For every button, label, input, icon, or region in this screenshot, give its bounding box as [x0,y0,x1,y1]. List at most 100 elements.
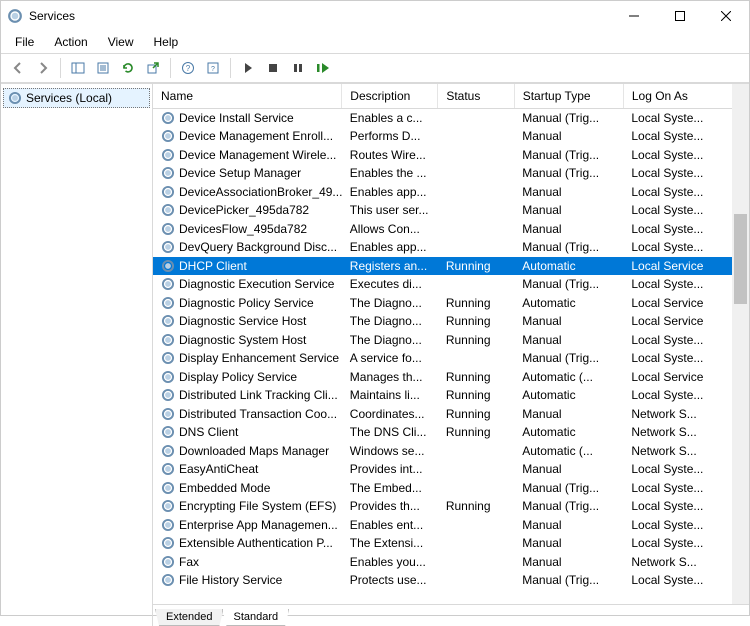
menu-action[interactable]: Action [46,33,95,51]
col-name[interactable]: Name [153,84,342,109]
menu-help[interactable]: Help [146,33,187,51]
col-status[interactable]: Status [438,84,514,109]
table-row[interactable]: EasyAntiCheatProvides int...ManualLocal … [153,460,733,479]
tree-item-services-local[interactable]: Services (Local) [3,88,150,108]
help-2-button[interactable]: ? [202,57,224,79]
service-icon [161,444,175,458]
service-icon [161,518,175,532]
service-name: DeviceAssociationBroker_49... [179,185,342,199]
table-row[interactable]: DevQuery Background Disc...Enables app..… [153,238,733,257]
table-row[interactable]: DevicePicker_495da782This user ser...Man… [153,201,733,220]
service-description: Provides th... [342,497,438,516]
refresh-button[interactable] [117,57,139,79]
close-button[interactable] [703,1,749,31]
col-startup[interactable]: Startup Type [514,84,623,109]
table-row[interactable]: Distributed Transaction Coo...Coordinate… [153,405,733,424]
service-startup: Manual (Trig... [514,497,623,516]
table-row[interactable]: DeviceAssociationBroker_49...Enables app… [153,183,733,202]
service-status: Running [438,257,514,276]
help-button[interactable]: ? [177,57,199,79]
tab-standard[interactable]: Standard [222,609,289,626]
service-status [438,220,514,239]
service-logon: Local Syste... [623,238,732,257]
table-row[interactable]: Encrypting File System (EFS)Provides th.… [153,497,733,516]
vertical-scrollbar[interactable] [732,84,749,604]
table-row[interactable]: Extensible Authentication P...The Extens… [153,534,733,553]
service-description: Enables the ... [342,164,438,183]
tab-extended[interactable]: Extended [155,609,223,626]
table-row[interactable]: Embedded ModeThe Embed...Manual (Trig...… [153,479,733,498]
service-icon [161,573,175,587]
table-row[interactable]: Diagnostic Execution ServiceExecutes di.… [153,275,733,294]
service-icon [161,111,175,125]
table-row[interactable]: Diagnostic System HostThe Diagno...Runni… [153,331,733,350]
maximize-button[interactable] [657,1,703,31]
start-service-button[interactable] [237,57,259,79]
service-status: Running [438,386,514,405]
minimize-button[interactable] [611,1,657,31]
table-row[interactable]: Diagnostic Service HostThe Diagno...Runn… [153,312,733,331]
table-row[interactable]: Device Setup ManagerEnables the ...Manua… [153,164,733,183]
service-startup: Manual (Trig... [514,238,623,257]
table-row[interactable]: Diagnostic Policy ServiceThe Diagno...Ru… [153,294,733,313]
service-description: The Diagno... [342,331,438,350]
scrollbar-thumb[interactable] [734,214,747,304]
service-icon [161,296,175,310]
table-row[interactable]: Device Management Enroll...Performs D...… [153,127,733,146]
tree-pane: Services (Local) [1,84,153,626]
service-icon [161,425,175,439]
svg-text:?: ? [211,66,215,73]
restart-service-button[interactable] [312,57,334,79]
table-row[interactable]: Display Enhancement ServiceA service fo.… [153,349,733,368]
table-row[interactable]: Device Install ServiceEnables a c...Manu… [153,109,733,128]
service-description: Coordinates... [342,405,438,424]
service-name: Enterprise App Managemen... [179,518,338,532]
properties-button[interactable] [92,57,114,79]
service-icon [161,481,175,495]
table-row[interactable]: Distributed Link Tracking Cli...Maintain… [153,386,733,405]
export-list-button[interactable] [142,57,164,79]
column-headers[interactable]: Name Description Status Startup Type Log… [153,84,733,109]
service-logon: Local Syste... [623,386,732,405]
service-description: Protects use... [342,571,438,590]
service-name: DevicePicker_495da782 [179,203,309,217]
service-status [438,349,514,368]
service-status [438,534,514,553]
show-hide-tree-button[interactable] [67,57,89,79]
stop-service-button[interactable] [262,57,284,79]
table-row[interactable]: DNS ClientThe DNS Cli...RunningAutomatic… [153,423,733,442]
service-logon: Local Service [623,294,732,313]
service-icon [161,407,175,421]
service-status [438,164,514,183]
service-description: Windows se... [342,442,438,461]
table-row[interactable]: Display Policy ServiceManages th...Runni… [153,368,733,387]
pause-service-button[interactable] [287,57,309,79]
service-icon [161,555,175,569]
services-list[interactable]: Name Description Status Startup Type Log… [153,84,749,604]
table-row[interactable]: Downloaded Maps ManagerWindows se...Auto… [153,442,733,461]
service-logon: Local Syste... [623,331,732,350]
forward-button[interactable] [32,57,54,79]
service-icon [161,499,175,513]
table-row[interactable]: DevicesFlow_495da782Allows Con...ManualL… [153,220,733,239]
service-status: Running [438,368,514,387]
service-icon [161,259,175,273]
menu-file[interactable]: File [7,33,42,51]
service-icon [161,240,175,254]
table-row[interactable]: FaxEnables you...ManualNetwork S... [153,553,733,572]
service-startup: Manual (Trig... [514,164,623,183]
back-button[interactable] [7,57,29,79]
service-startup: Automatic (... [514,368,623,387]
service-logon: Local Service [623,368,732,387]
table-row[interactable]: DHCP ClientRegisters an...RunningAutomat… [153,257,733,276]
table-row[interactable]: Device Management Wirele...Routes Wire..… [153,146,733,165]
menu-view[interactable]: View [100,33,142,51]
col-logon[interactable]: Log On As [623,84,732,109]
service-status [438,238,514,257]
table-row[interactable]: Enterprise App Managemen...Enables ent..… [153,516,733,535]
service-name: Device Install Service [179,111,294,125]
service-description: Manages th... [342,368,438,387]
service-description: The Extensi... [342,534,438,553]
col-description[interactable]: Description [342,84,438,109]
table-row[interactable]: File History ServiceProtects use...Manua… [153,571,733,590]
